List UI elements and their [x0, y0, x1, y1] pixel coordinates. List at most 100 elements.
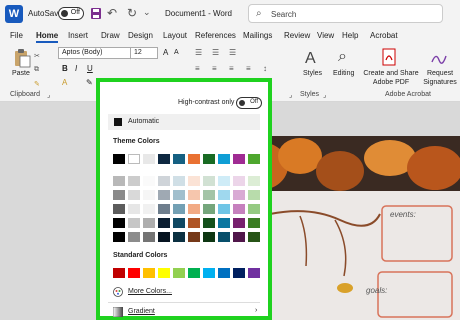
theme-color-swatch[interactable] [158, 190, 170, 200]
theme-color-swatch[interactable] [218, 190, 230, 200]
customize-toolbar-icon[interactable]: ⌄ [143, 7, 151, 18]
tab-view[interactable]: View [317, 31, 334, 40]
theme-color-swatch[interactable] [113, 176, 125, 186]
tab-acrobat[interactable]: Acrobat [370, 31, 398, 40]
theme-color-swatch[interactable] [188, 154, 200, 164]
theme-color-swatch[interactable] [173, 154, 185, 164]
italic-icon[interactable]: I [75, 64, 77, 73]
copy-icon[interactable]: ⧉ [34, 66, 39, 74]
shrink-font-icon[interactable]: A [174, 49, 179, 56]
theme-color-swatch[interactable] [128, 232, 140, 242]
bullets-icon[interactable]: ☰ [195, 48, 202, 57]
theme-color-swatch[interactable] [188, 204, 200, 214]
theme-color-swatch[interactable] [173, 204, 185, 214]
theme-color-swatch[interactable] [128, 204, 140, 214]
standard-color-swatch[interactable] [113, 268, 125, 278]
theme-color-swatch[interactable] [188, 218, 200, 228]
numbering-icon[interactable]: ☰ [212, 48, 219, 57]
theme-color-swatch[interactable] [233, 204, 245, 214]
align-right-icon[interactable]: ≡ [229, 64, 234, 73]
theme-color-swatch[interactable] [188, 190, 200, 200]
styles-icon[interactable]: A [305, 50, 316, 68]
more-colors-button[interactable]: More Colors... [128, 288, 172, 295]
request-signatures-icon[interactable] [430, 48, 448, 66]
undo-icon[interactable]: ↶ [107, 6, 117, 20]
theme-color-swatch[interactable] [203, 218, 215, 228]
theme-color-swatch[interactable] [233, 190, 245, 200]
theme-color-swatch[interactable] [203, 154, 215, 164]
standard-color-swatch[interactable] [173, 268, 185, 278]
tab-help[interactable]: Help [342, 31, 358, 40]
theme-color-swatch[interactable] [248, 218, 260, 228]
theme-color-swatch[interactable] [113, 218, 125, 228]
cut-icon[interactable]: ✂ [34, 52, 40, 60]
font-size-select[interactable]: 12 [130, 47, 158, 59]
align-left-icon[interactable]: ≡ [195, 64, 200, 73]
theme-color-swatch[interactable] [143, 154, 155, 164]
tab-references[interactable]: References [195, 31, 236, 40]
theme-color-swatch[interactable] [158, 218, 170, 228]
theme-color-swatch[interactable] [188, 176, 200, 186]
theme-color-swatch[interactable] [113, 154, 125, 164]
clipboard-launcher-icon[interactable]: ⌟ [47, 91, 50, 99]
styles-launcher-icon[interactable]: ⌟ [323, 91, 326, 99]
tab-home[interactable]: Home [36, 31, 59, 43]
tab-insert[interactable]: Insert [68, 31, 88, 40]
theme-color-swatch[interactable] [173, 190, 185, 200]
theme-color-swatch[interactable] [113, 232, 125, 242]
autosave-toggle[interactable]: Off [58, 7, 84, 20]
theme-color-swatch[interactable] [173, 232, 185, 242]
theme-color-swatch[interactable] [203, 232, 215, 242]
paragraph-launcher-icon[interactable]: ⌟ [289, 91, 292, 99]
text-effects-icon[interactable]: A [62, 78, 67, 87]
redo-icon[interactable]: ↻ [127, 6, 137, 20]
high-contrast-toggle[interactable]: Off [236, 97, 262, 109]
search-input[interactable]: ⌕ Search [248, 4, 443, 23]
theme-color-swatch[interactable] [143, 232, 155, 242]
format-painter-icon[interactable]: ✎ [34, 80, 40, 88]
theme-color-swatch[interactable] [248, 176, 260, 186]
tab-draw[interactable]: Draw [101, 31, 120, 40]
save-icon[interactable] [90, 7, 102, 20]
request-signatures-label[interactable]: Request Signatures [420, 69, 460, 87]
multilevel-list-icon[interactable]: ☰ [229, 48, 236, 57]
theme-color-swatch[interactable] [233, 232, 245, 242]
bold-icon[interactable]: B [62, 64, 68, 73]
theme-color-swatch[interactable] [248, 190, 260, 200]
gradient-button[interactable]: Gradient [128, 308, 155, 315]
tab-file[interactable]: File [10, 31, 23, 40]
theme-color-swatch[interactable] [218, 218, 230, 228]
standard-color-swatch[interactable] [128, 268, 140, 278]
create-pdf-icon[interactable] [380, 48, 398, 66]
paste-icon[interactable] [12, 48, 32, 68]
theme-color-swatch[interactable] [113, 204, 125, 214]
theme-color-swatch[interactable] [203, 176, 215, 186]
theme-color-swatch[interactable] [128, 218, 140, 228]
standard-color-swatch[interactable] [158, 268, 170, 278]
underline-icon[interactable]: U [87, 64, 93, 73]
create-pdf-label[interactable]: Create and Share Adobe PDF [363, 69, 419, 87]
tab-review[interactable]: Review [284, 31, 310, 40]
grow-font-icon[interactable]: A [163, 48, 168, 57]
justify-icon[interactable]: ≡ [246, 64, 251, 73]
theme-color-swatch[interactable] [158, 204, 170, 214]
line-spacing-icon[interactable]: ↕ [263, 64, 267, 73]
theme-color-swatch[interactable] [158, 232, 170, 242]
theme-color-swatch[interactable] [128, 190, 140, 200]
standard-color-swatch[interactable] [203, 268, 215, 278]
highlight-icon[interactable]: ✎ [86, 78, 93, 87]
standard-color-swatch[interactable] [248, 268, 260, 278]
theme-color-swatch[interactable] [248, 232, 260, 242]
editing-button[interactable]: Editing [333, 70, 354, 77]
theme-color-swatch[interactable] [158, 176, 170, 186]
font-name-select[interactable]: Aptos (Body) [58, 47, 133, 59]
theme-color-swatch[interactable] [188, 232, 200, 242]
theme-color-swatch[interactable] [173, 176, 185, 186]
theme-color-swatch[interactable] [248, 204, 260, 214]
theme-color-swatch[interactable] [203, 204, 215, 214]
theme-color-swatch[interactable] [128, 176, 140, 186]
tab-layout[interactable]: Layout [163, 31, 187, 40]
standard-color-swatch[interactable] [218, 268, 230, 278]
theme-color-swatch[interactable] [233, 154, 245, 164]
theme-color-swatch[interactable] [143, 176, 155, 186]
